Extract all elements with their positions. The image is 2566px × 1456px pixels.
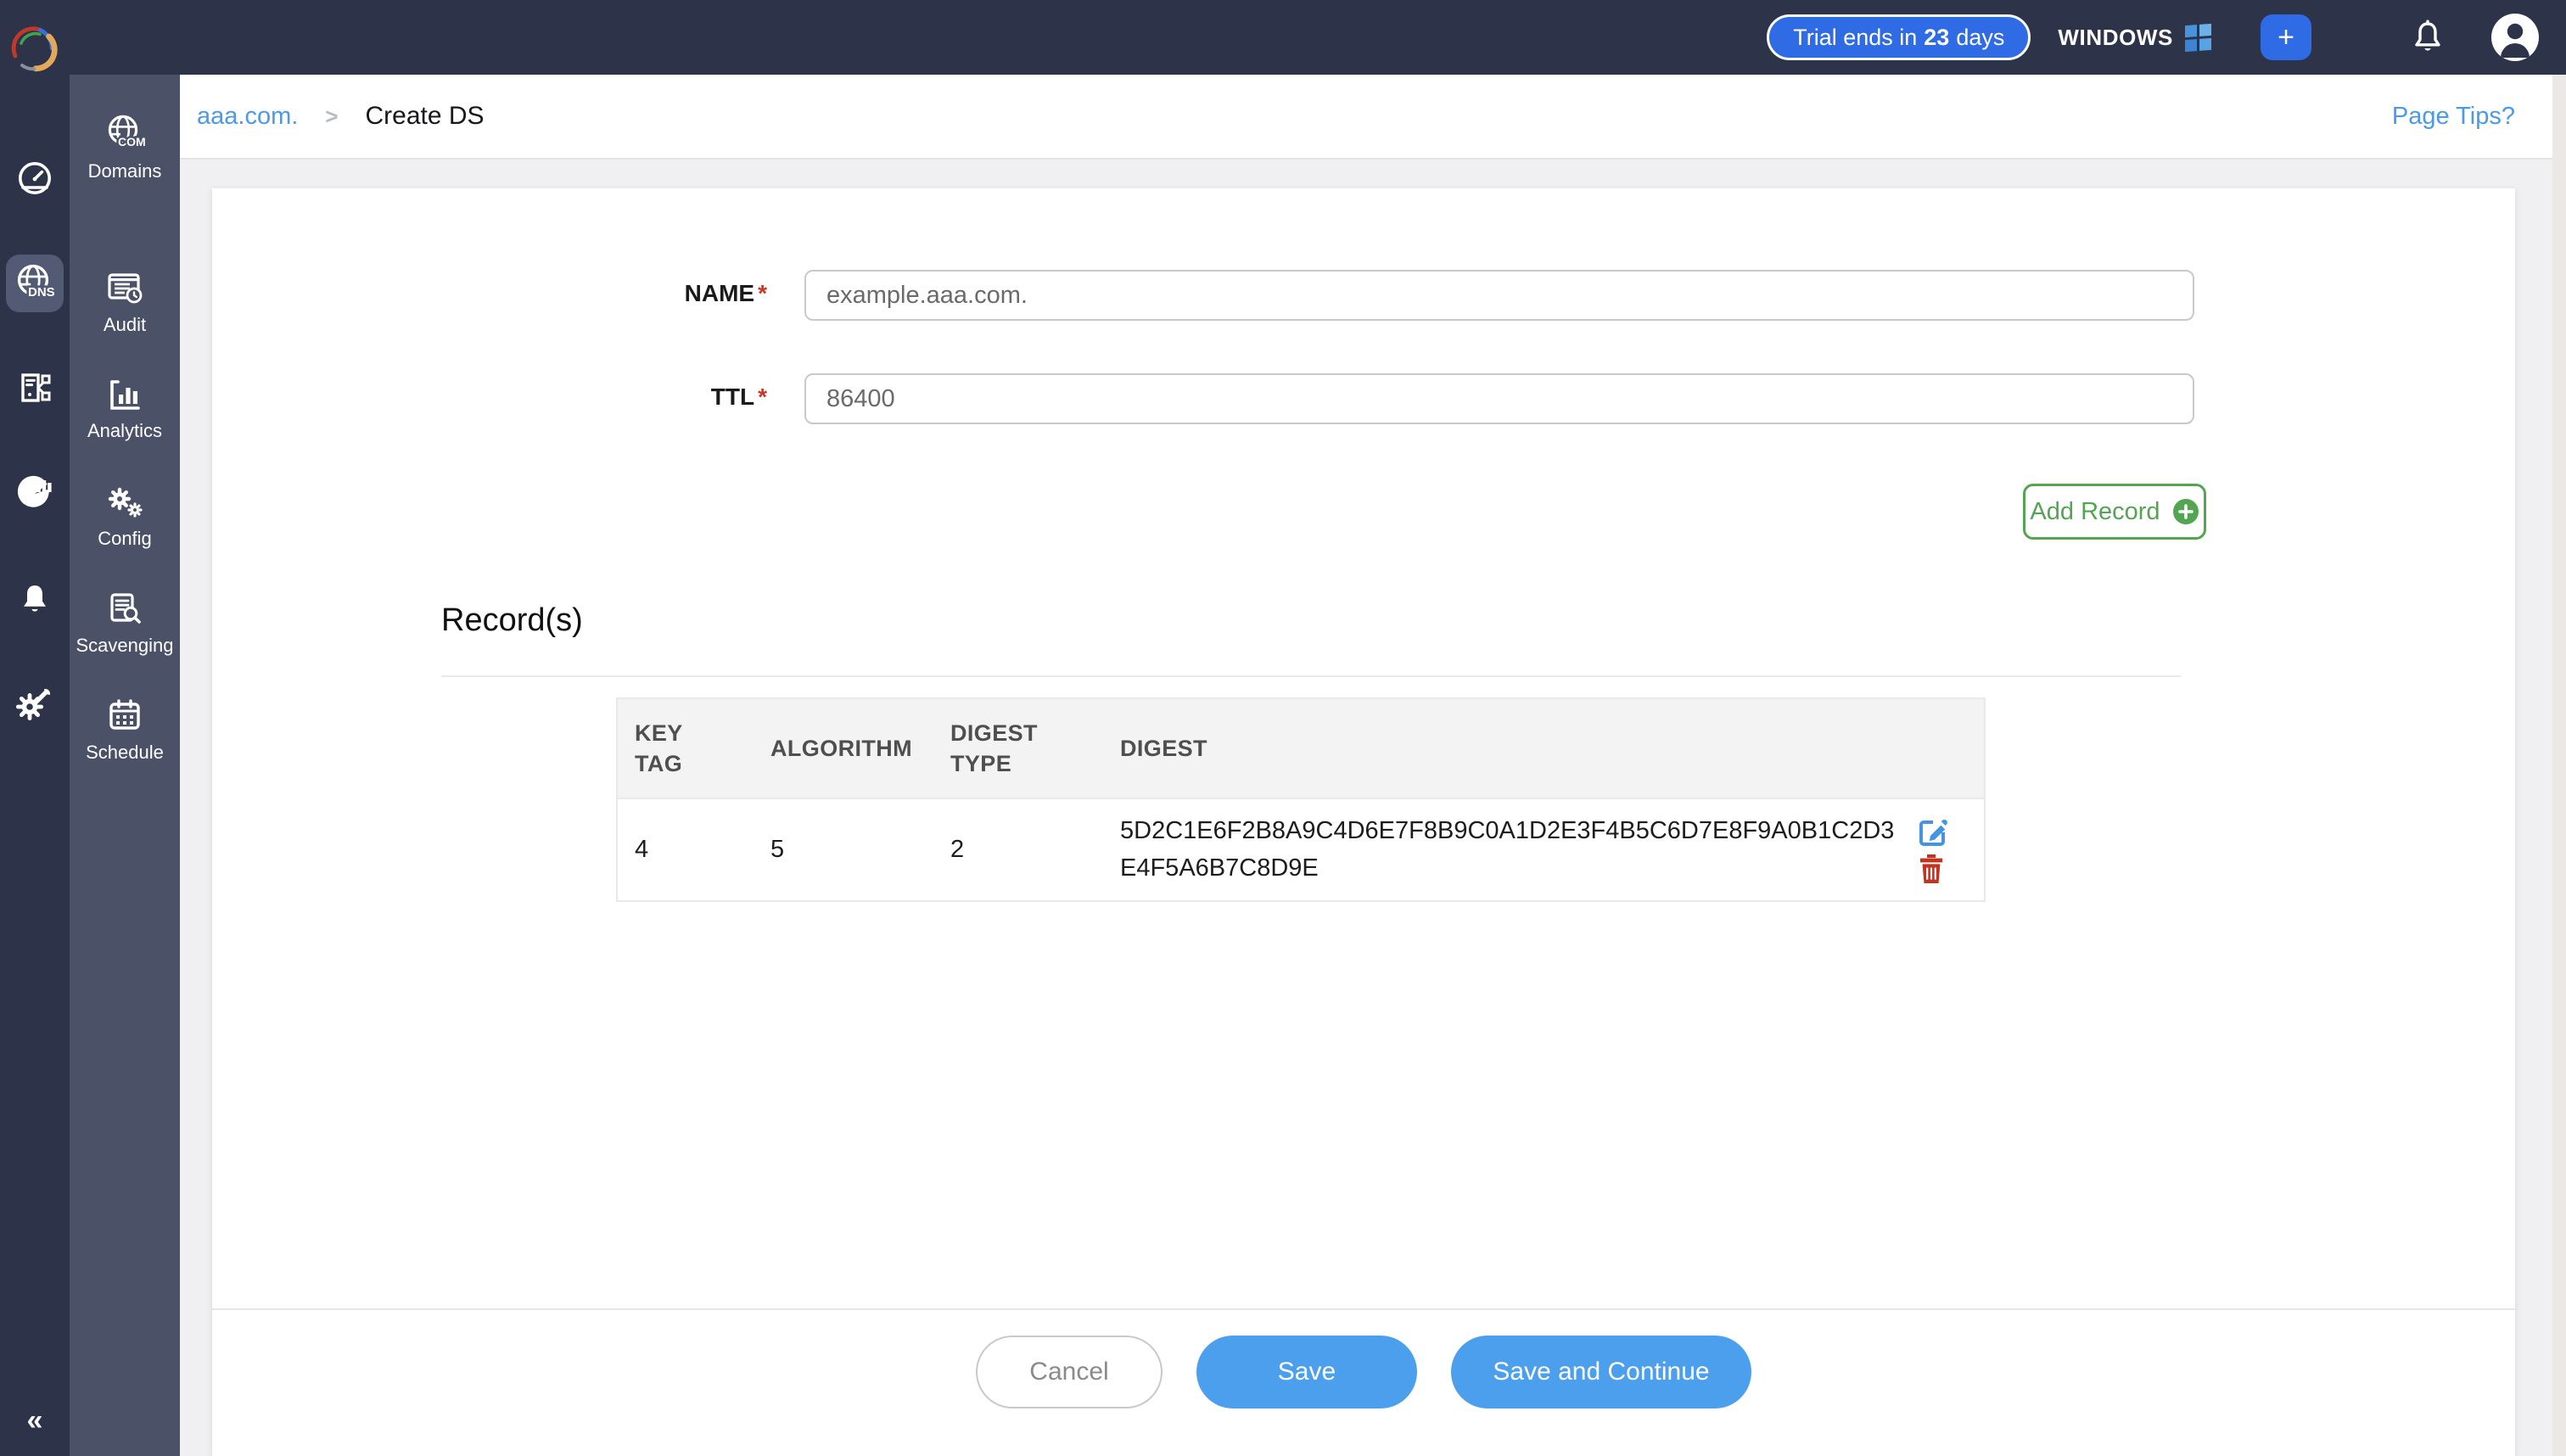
records-table-header: KEY TAG ALGORITHM DIGEST TYPE DIGEST bbox=[618, 699, 1984, 798]
name-label-text: NAME bbox=[685, 280, 754, 306]
svg-text:DNS: DNS bbox=[28, 285, 55, 300]
column-header-algorithm: ALGORITHM bbox=[770, 733, 950, 764]
sidebar-item-ipam[interactable] bbox=[0, 355, 70, 423]
scrollbar-track[interactable] bbox=[2552, 75, 2566, 1456]
notifications-bell-icon[interactable] bbox=[2410, 19, 2446, 56]
ttl-field-label: TTL* bbox=[394, 384, 767, 411]
app-logo bbox=[7, 22, 61, 83]
os-indicator: WINDOWS bbox=[2058, 25, 2211, 51]
primary-sidebar: DNS bbox=[0, 0, 70, 1456]
admin-gear-wrench-icon bbox=[14, 684, 55, 725]
sidebar-item-dashboard[interactable] bbox=[0, 144, 70, 212]
sidebar-item-label: Scavenging bbox=[76, 635, 174, 657]
column-header-digest-type: DIGEST TYPE bbox=[950, 718, 1120, 780]
app-root: Trial ends in 23 days WINDOWS + bbox=[0, 0, 2566, 1456]
breadcrumb-separator: > bbox=[325, 104, 338, 130]
cell-key-tag: 4 bbox=[635, 836, 770, 864]
trial-days: 23 bbox=[1924, 25, 1949, 51]
required-marker: * bbox=[758, 280, 767, 306]
records-table: KEY TAG ALGORITHM DIGEST TYPE DIGEST 4 5… bbox=[616, 697, 1986, 902]
footer-divider bbox=[212, 1308, 2515, 1310]
bar-chart-icon bbox=[104, 376, 145, 415]
sidebar-collapse-button[interactable]: « bbox=[0, 1398, 70, 1442]
document-magnifier-icon bbox=[104, 589, 145, 630]
cancel-button[interactable]: Cancel bbox=[976, 1336, 1163, 1408]
sidebar-item-scavenging[interactable]: Scavenging bbox=[70, 574, 180, 672]
sidebar-item-audit[interactable]: Audit bbox=[70, 253, 180, 351]
save-and-continue-button[interactable]: Save and Continue bbox=[1451, 1336, 1751, 1408]
plus-circle-icon bbox=[2172, 498, 2199, 525]
trial-countdown-button[interactable]: Trial ends in 23 days bbox=[1767, 14, 2031, 60]
section-divider bbox=[441, 675, 2181, 677]
column-header-key-tag: KEY TAG bbox=[635, 718, 770, 780]
add-button[interactable]: + bbox=[2261, 14, 2311, 60]
sidebar-item-label: Analytics bbox=[87, 420, 162, 442]
sidebar-item-domains[interactable]: COM Domains bbox=[70, 98, 180, 197]
required-marker: * bbox=[758, 384, 767, 410]
sidebar-item-schedule[interactable]: Schedule bbox=[70, 680, 180, 779]
windows-logo-icon bbox=[2185, 23, 2211, 51]
breadcrumb-bar: aaa.com. > Create DS Page Tips? bbox=[180, 75, 2566, 160]
dashboard-gauge-icon bbox=[14, 158, 55, 199]
records-section-heading: Record(s) bbox=[441, 602, 583, 639]
alerts-bell-icon bbox=[16, 580, 53, 618]
cell-digest-type: 2 bbox=[950, 836, 1120, 864]
sidebar-item-config[interactable]: Config bbox=[70, 467, 180, 565]
sidebar-item-label: Config bbox=[98, 528, 152, 550]
sidebar-item-dns[interactable]: DNS bbox=[0, 249, 70, 317]
edit-record-icon[interactable] bbox=[1918, 816, 1948, 847]
sidebar-item-analytics[interactable]: Analytics bbox=[70, 360, 180, 458]
secondary-sidebar: COM Domains Audit Analytics bbox=[70, 75, 180, 1456]
ttl-input[interactable] bbox=[804, 373, 2194, 424]
calendar-icon bbox=[104, 696, 145, 736]
save-button[interactable]: Save bbox=[1196, 1336, 1417, 1408]
sidebar-item-administration[interactable] bbox=[0, 670, 70, 738]
table-row: 4 5 2 5D2C1E6F2B8A9C4D6E7F8B9C0A1D2E3F4B… bbox=[618, 798, 1984, 900]
breadcrumb-zone-link[interactable]: aaa.com. bbox=[197, 103, 298, 131]
top-bar: Trial ends in 23 days WINDOWS + bbox=[70, 0, 2566, 75]
svg-text:COM: COM bbox=[118, 135, 146, 148]
cell-digest: 5D2C1E6F2B8A9C4D6E7F8B9C0A1D2E3F4B5C6D7E… bbox=[1120, 799, 1918, 900]
reports-pie-chart-icon bbox=[14, 473, 55, 514]
list-clock-icon bbox=[104, 268, 146, 309]
trial-suffix: days bbox=[1956, 25, 2004, 51]
sidebar-item-alerts[interactable] bbox=[0, 565, 70, 633]
sidebar-item-reports[interactable] bbox=[0, 460, 70, 528]
sidebar-item-label: Schedule bbox=[86, 742, 164, 764]
gears-icon bbox=[104, 482, 146, 523]
sidebar-item-label: Audit bbox=[104, 314, 146, 336]
page-tips-link[interactable]: Page Tips? bbox=[2392, 103, 2515, 131]
ttl-label-text: TTL bbox=[711, 384, 754, 410]
ipam-network-icon bbox=[14, 368, 55, 409]
footer-actions: Cancel Save Save and Continue bbox=[212, 1336, 2515, 1408]
cell-actions bbox=[1918, 813, 1987, 888]
page-title: Create DS bbox=[365, 102, 484, 131]
column-header-digest: DIGEST bbox=[1120, 733, 1918, 764]
delete-record-icon[interactable] bbox=[1918, 854, 1945, 884]
cell-algorithm: 5 bbox=[770, 836, 950, 864]
name-field-label: NAME* bbox=[394, 280, 767, 307]
dns-globe-icon: DNS bbox=[13, 261, 57, 305]
name-input[interactable] bbox=[804, 270, 2194, 321]
os-label: WINDOWS bbox=[2058, 25, 2173, 51]
top-bar-right: Trial ends in 23 days WINDOWS + bbox=[1767, 12, 2566, 63]
sidebar-item-label: Domains bbox=[88, 160, 162, 182]
user-avatar[interactable] bbox=[2490, 12, 2541, 63]
create-ds-form-card: NAME* TTL* Add Record Record(s) KEY TAG … bbox=[212, 188, 2515, 1456]
globe-com-icon: COM bbox=[103, 113, 147, 155]
trial-prefix: Trial ends in bbox=[1793, 25, 1917, 51]
add-record-label: Add Record bbox=[2030, 498, 2160, 526]
add-record-button[interactable]: Add Record bbox=[2023, 484, 2206, 540]
